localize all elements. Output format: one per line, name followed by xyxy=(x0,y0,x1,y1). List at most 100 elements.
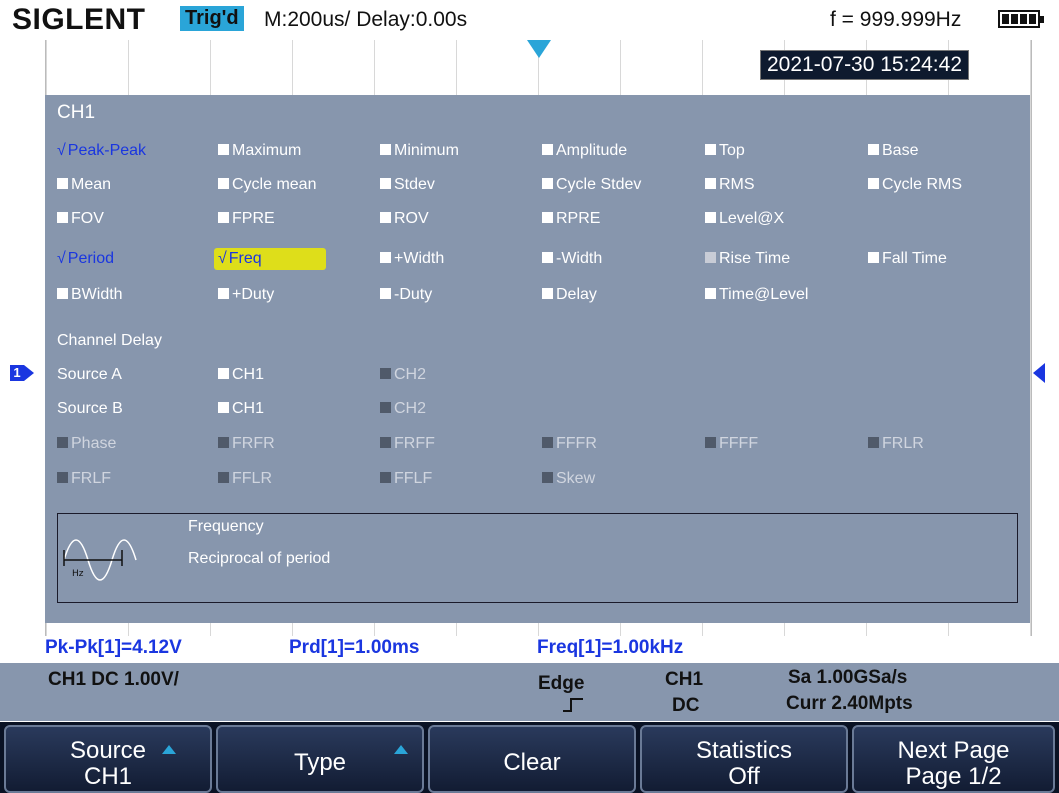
rising-edge-icon xyxy=(563,698,583,712)
measure-param-level-x[interactable]: Level@X xyxy=(705,210,784,228)
softkey-value: Page 1/2 xyxy=(905,763,1002,790)
sample-rate: Sa 1.00GSa/s xyxy=(788,667,908,688)
trigger-level-marker-icon[interactable] xyxy=(1033,363,1045,383)
channel-setting[interactable]: CH1 DC 1.00V/ xyxy=(48,669,179,691)
measure-param-freq[interactable]: √ Freq xyxy=(214,248,326,270)
measure-param-width[interactable]: -Width xyxy=(542,250,602,268)
statistics-softkey[interactable]: Statistics Off xyxy=(640,725,848,793)
checkbox-icon xyxy=(218,212,229,223)
checkbox-icon xyxy=(542,472,553,483)
help-text: Reciprocal of period xyxy=(188,550,331,567)
help-title: Frequency xyxy=(188,518,264,535)
checkbox-icon xyxy=(57,212,68,223)
svg-text:Hz: Hz xyxy=(72,569,84,579)
softkey-label: Source xyxy=(69,737,147,764)
delay-param-frff[interactable]: FRFF xyxy=(380,435,435,453)
type-softkey[interactable]: Type xyxy=(216,725,424,793)
delay-param-skew[interactable]: Skew xyxy=(542,470,595,488)
checkbox-icon xyxy=(380,212,391,223)
source-b-label: Source B xyxy=(57,400,123,417)
checkbox-icon xyxy=(380,252,391,263)
source-b-ch1-option[interactable]: CH1 xyxy=(218,400,264,418)
measurement-results: Pk-Pk[1]=4.12V Prd[1]=1.00ms Freq[1]=1.0… xyxy=(45,637,1030,663)
checkbox-icon xyxy=(218,402,229,413)
checkbox-icon xyxy=(218,368,229,379)
measure-param-mean[interactable]: Mean xyxy=(57,176,111,194)
battery-icon xyxy=(998,10,1044,28)
delay-param-ffff[interactable]: FFFF xyxy=(705,435,758,453)
checkbox-icon xyxy=(380,437,391,448)
source-a-ch1-option[interactable]: CH1 xyxy=(218,366,264,384)
measure-param-cycle-mean[interactable]: Cycle mean xyxy=(218,176,316,194)
cycle-arrow-icon xyxy=(162,745,176,754)
checkbox-icon xyxy=(705,437,716,448)
checkbox-icon xyxy=(705,178,716,189)
measure-param-fpre[interactable]: FPRE xyxy=(218,210,275,228)
checkmark-icon: √ xyxy=(218,250,227,267)
checkmark-icon: √ xyxy=(57,250,66,267)
frequency-counter: f = 999.999Hz xyxy=(830,8,962,31)
softkey-value: CH1 xyxy=(83,763,132,790)
source-b-ch2-option[interactable]: CH2 xyxy=(380,400,426,418)
checkbox-icon xyxy=(380,368,391,379)
trigger-position-marker-icon[interactable] xyxy=(527,40,551,58)
measure-param-bwidth[interactable]: BWidth xyxy=(57,286,123,304)
trigger-status-badge: Trig'd xyxy=(180,6,244,31)
checkmark-icon: √ xyxy=(57,142,66,159)
checkbox-icon xyxy=(380,402,391,413)
measure-param-fov[interactable]: FOV xyxy=(57,210,104,228)
measure-param-minimum[interactable]: Minimum xyxy=(380,142,459,160)
measure-param-fall-time[interactable]: Fall Time xyxy=(868,250,947,268)
checkbox-icon xyxy=(218,178,229,189)
timebase-readout: M:200us/ Delay:0.00s xyxy=(264,8,468,31)
top-status-bar: SIGLENT Trig'd M:200us/ Delay:0.00s f = … xyxy=(0,0,1059,40)
checkbox-icon xyxy=(542,288,553,299)
source-a-ch2-option[interactable]: CH2 xyxy=(380,366,426,384)
measure-panel: CH1 √ Peak-Peak Maximum Minimum Amplitude Top… xyxy=(45,95,1030,623)
checkbox-icon xyxy=(57,288,68,299)
measure-param-duty[interactable]: +Duty xyxy=(218,286,274,304)
measure-param-top[interactable]: Top xyxy=(705,142,745,160)
next-page-softkey[interactable]: Next Page Page 1/2 xyxy=(852,725,1055,793)
measure-param-duty[interactable]: -Duty xyxy=(380,286,432,304)
measure-param-stdev[interactable]: Stdev xyxy=(380,176,435,194)
source-softkey[interactable]: Source CH1 xyxy=(4,725,212,793)
measure-param-cycle-rms[interactable]: Cycle RMS xyxy=(868,176,962,194)
softkey-label: Statistics xyxy=(695,737,793,764)
delay-param-fffr[interactable]: FFFR xyxy=(542,435,597,453)
trigger-type: Edge xyxy=(538,673,585,694)
measure-param-rms[interactable]: RMS xyxy=(705,176,755,194)
memory-depth: Curr 2.40Mpts xyxy=(786,693,913,714)
measure-param-width[interactable]: +Width xyxy=(380,250,444,268)
delay-param-frlf[interactable]: FRLF xyxy=(57,470,111,488)
delay-param-frlr[interactable]: FRLR xyxy=(868,435,924,453)
delay-param-fflf[interactable]: FFLF xyxy=(380,470,432,488)
measure-param-time-level[interactable]: Time@Level xyxy=(705,286,808,304)
checkbox-icon xyxy=(542,144,553,155)
measure-param-rov[interactable]: ROV xyxy=(380,210,429,228)
clear-softkey[interactable]: Clear xyxy=(428,725,636,793)
delay-param-fflr[interactable]: FFLR xyxy=(218,470,272,488)
checkbox-icon xyxy=(542,252,553,263)
measure-param-rpre[interactable]: RPRE xyxy=(542,210,600,228)
checkbox-icon xyxy=(705,144,716,155)
delay-param-frfr[interactable]: FRFR xyxy=(218,435,275,453)
checkbox-icon xyxy=(705,252,716,263)
measure-param-rise-time[interactable]: Rise Time xyxy=(705,250,790,268)
measure-param-base[interactable]: Base xyxy=(868,142,918,160)
measure-param-amplitude[interactable]: Amplitude xyxy=(542,142,627,160)
delay-param-phase[interactable]: Phase xyxy=(57,435,116,453)
checkbox-icon xyxy=(542,212,553,223)
measure-param-period[interactable]: √ Period xyxy=(57,250,114,268)
measure-param-maximum[interactable]: Maximum xyxy=(218,142,301,160)
checkbox-icon xyxy=(218,144,229,155)
checkbox-icon xyxy=(380,288,391,299)
measure-param-peak-peak[interactable]: √ Peak-Peak xyxy=(57,142,146,160)
result-peak-peak: Pk-Pk[1]=4.12V xyxy=(45,637,182,658)
checkbox-icon xyxy=(57,178,68,189)
checkbox-icon xyxy=(542,178,553,189)
ch1-level-marker-icon[interactable]: 1 xyxy=(10,365,34,381)
measure-param-cycle-stdev[interactable]: Cycle Stdev xyxy=(542,176,641,194)
checkbox-icon xyxy=(868,178,879,189)
measure-param-delay[interactable]: Delay xyxy=(542,286,597,304)
